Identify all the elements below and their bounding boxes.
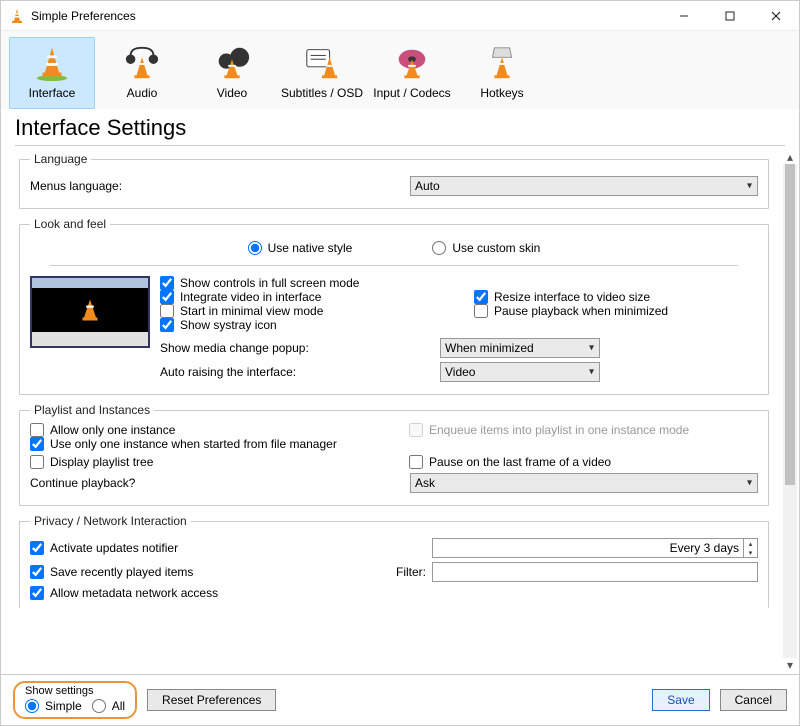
tab-label: Subtitles / OSD [281, 86, 363, 100]
native-style-radio[interactable]: Use native style [248, 241, 353, 255]
tab-label: Hotkeys [480, 86, 523, 100]
tab-video[interactable]: Video [189, 37, 275, 109]
resize-interface-checkbox[interactable]: Resize interface to video size [474, 290, 758, 304]
systray-checkbox[interactable]: Show systray icon [160, 318, 444, 332]
subtitles-icon [303, 44, 341, 82]
group-language: Language Menus language: Auto [19, 152, 769, 209]
update-interval-input[interactable] [433, 539, 743, 557]
filter-input[interactable] [432, 562, 758, 582]
auto-raise-select[interactable]: Video [440, 362, 600, 382]
one-instance-checkbox[interactable]: Allow only one instance [30, 423, 379, 437]
scroll-thumb[interactable] [785, 164, 795, 485]
scroll-down-arrow[interactable]: ▾ [783, 658, 797, 672]
pause-minimized-checkbox[interactable]: Pause playback when minimized [474, 304, 758, 318]
save-recent-checkbox[interactable]: Save recently played items [30, 565, 193, 579]
category-tabs: Interface Audio Video Subtitles / OSD In… [1, 31, 799, 109]
bottom-bar: Show settings Simple All Reset Preferenc… [1, 674, 799, 725]
continue-playback-select[interactable]: Ask [410, 473, 758, 493]
tab-label: Video [217, 86, 247, 100]
settings-scroll-area: Language Menus language: Auto Look and f… [1, 148, 783, 674]
page-title: Interface Settings [1, 109, 799, 145]
cancel-button[interactable]: Cancel [720, 689, 787, 711]
maximize-button[interactable] [707, 1, 753, 31]
video-icon [213, 44, 251, 82]
media-popup-select[interactable]: When minimized [440, 338, 600, 358]
audio-icon [123, 44, 161, 82]
tab-label: Input / Codecs [373, 86, 450, 100]
vertical-scrollbar[interactable]: ▴ ▾ [783, 150, 797, 672]
close-button[interactable] [753, 1, 799, 31]
spinner-up[interactable]: ▴ [743, 539, 757, 548]
save-button[interactable]: Save [652, 689, 709, 711]
menus-language-label: Menus language: [30, 179, 122, 193]
updates-notifier-checkbox[interactable]: Activate updates notifier [30, 541, 178, 555]
vlc-app-icon [9, 8, 25, 24]
skin-preview [30, 276, 150, 348]
media-popup-label: Show media change popup: [160, 341, 440, 355]
show-settings-group: Show settings Simple All [13, 681, 137, 719]
divider [15, 145, 785, 146]
tab-label: Audio [127, 86, 158, 100]
tab-input-codecs[interactable]: Input / Codecs [369, 37, 455, 109]
tab-audio[interactable]: Audio [99, 37, 185, 109]
reset-preferences-button[interactable]: Reset Preferences [147, 689, 276, 711]
tab-interface[interactable]: Interface [9, 37, 95, 109]
update-interval-spinner[interactable]: ▴▾ [432, 538, 758, 558]
tab-subtitles[interactable]: Subtitles / OSD [279, 37, 365, 109]
minimal-view-checkbox[interactable]: Start in minimal view mode [160, 304, 444, 318]
integrate-video-checkbox[interactable]: Integrate video in interface [160, 290, 444, 304]
continue-playback-label: Continue playback? [30, 476, 135, 490]
window-title: Simple Preferences [31, 9, 136, 23]
group-legend: Playlist and Instances [30, 403, 154, 417]
input-codecs-icon [393, 44, 431, 82]
show-settings-label: Show settings [25, 685, 125, 697]
group-privacy: Privacy / Network Interaction Activate u… [19, 514, 769, 608]
custom-skin-radio[interactable]: Use custom skin [432, 241, 540, 255]
menus-language-select[interactable]: Auto [410, 176, 758, 196]
minimize-button[interactable] [661, 1, 707, 31]
tab-hotkeys[interactable]: Hotkeys [459, 37, 545, 109]
spinner-down[interactable]: ▾ [743, 548, 757, 557]
group-legend: Language [30, 152, 91, 166]
scroll-up-arrow[interactable]: ▴ [783, 150, 797, 164]
scroll-track[interactable] [783, 164, 797, 658]
group-legend: Look and feel [30, 217, 110, 231]
filter-label: Filter: [396, 565, 426, 579]
show-simple-radio[interactable]: Simple [25, 699, 82, 713]
one-instance-filemanager-checkbox[interactable]: Use only one instance when started from … [30, 437, 758, 451]
group-look-feel: Look and feel Use native style Use custo… [19, 217, 769, 395]
pause-last-frame-checkbox[interactable]: Pause on the last frame of a video [409, 455, 758, 469]
hotkeys-icon [483, 44, 521, 82]
titlebar: Simple Preferences [1, 1, 799, 31]
show-all-radio[interactable]: All [92, 699, 125, 713]
enqueue-one-instance-checkbox: Enqueue items into playlist in one insta… [409, 423, 758, 437]
metadata-access-checkbox[interactable]: Allow metadata network access [30, 586, 758, 600]
tab-label: Interface [29, 86, 76, 100]
interface-icon [33, 44, 71, 82]
display-playlist-tree-checkbox[interactable]: Display playlist tree [30, 455, 379, 469]
window-controls [661, 1, 799, 31]
auto-raise-label: Auto raising the interface: [160, 365, 440, 379]
group-legend: Privacy / Network Interaction [30, 514, 191, 528]
fullscreen-controls-checkbox[interactable]: Show controls in full screen mode [160, 276, 444, 290]
group-playlist: Playlist and Instances Allow only one in… [19, 403, 769, 506]
